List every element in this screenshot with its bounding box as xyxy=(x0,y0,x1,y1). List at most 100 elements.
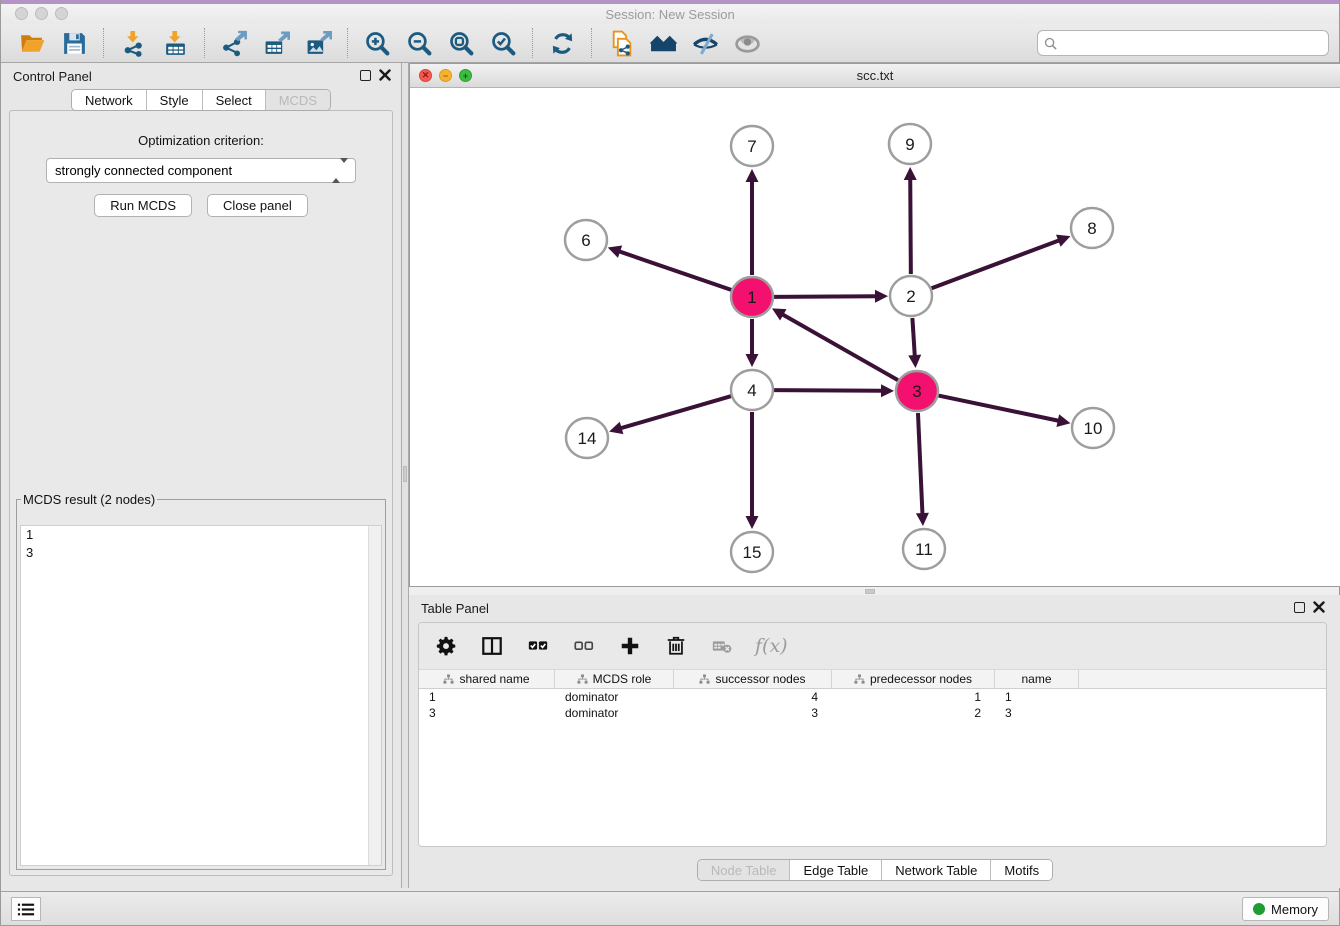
toolbar-separator xyxy=(103,28,104,58)
edge-arrowhead xyxy=(746,354,759,367)
node-table-container: f(x) shared nameMCDS rolesuccessor nodes… xyxy=(418,622,1327,847)
table-panel-title: Table Panel xyxy=(421,601,489,616)
column-header-successor-nodes[interactable]: successor nodes xyxy=(674,670,832,688)
mcds-result-scrollbar[interactable] xyxy=(368,526,381,865)
mcds-result-item[interactable]: 3 xyxy=(21,544,381,562)
import-network-icon[interactable] xyxy=(116,28,150,58)
edge-arrowhead xyxy=(904,167,917,180)
memory-status-icon xyxy=(1253,903,1265,915)
cell-successor-nodes: 3 xyxy=(674,705,832,721)
network-graph: 7968124314101511 xyxy=(410,88,1340,586)
tab-mcds[interactable]: MCDS xyxy=(265,90,330,110)
edge-1-6[interactable] xyxy=(618,251,731,290)
task-history-button[interactable] xyxy=(11,897,41,921)
tab-network-table[interactable]: Network Table xyxy=(881,860,990,880)
mcds-result-group: MCDS result (2 nodes) 13 xyxy=(16,492,386,870)
table-row[interactable]: 1dominator411 xyxy=(419,689,1326,705)
edge-4-14[interactable] xyxy=(620,396,731,428)
control-panel-close-icon[interactable] xyxy=(379,69,391,81)
table-panel-float-icon[interactable] xyxy=(1294,602,1305,613)
table-panel: Table Panel f(x) shared nameMCDS rolesuc… xyxy=(409,595,1340,888)
tab-network[interactable]: Network xyxy=(72,90,146,110)
zoom-fit-icon[interactable] xyxy=(444,28,478,58)
graph-node-label: 10 xyxy=(1084,419,1103,438)
cell-MCDS-role: dominator xyxy=(555,689,674,705)
network-canvas[interactable]: 7968124314101511 xyxy=(410,88,1340,586)
tab-select[interactable]: Select xyxy=(202,90,265,110)
close-panel-button[interactable]: Close panel xyxy=(207,194,308,217)
horizontal-splitter[interactable] xyxy=(409,587,1339,595)
edge-1-2[interactable] xyxy=(774,296,877,297)
tab-motifs[interactable]: Motifs xyxy=(990,860,1052,880)
table-settings-icon[interactable] xyxy=(433,633,459,659)
run-mcds-button[interactable]: Run MCDS xyxy=(94,194,192,217)
edge-arrowhead xyxy=(746,516,759,529)
application-window: Session: New Session Control Panel xyxy=(0,0,1340,926)
control-panel-tabs: NetworkStyleSelectMCDS xyxy=(1,89,401,111)
add-column-icon[interactable] xyxy=(617,633,643,659)
edge-2-9[interactable] xyxy=(910,178,911,274)
delete-column-icon[interactable] xyxy=(663,633,689,659)
zoom-in-icon[interactable] xyxy=(360,28,394,58)
graph-node-label: 3 xyxy=(912,382,921,401)
edge-3-11[interactable] xyxy=(918,413,923,515)
status-bar: Memory xyxy=(1,891,1339,925)
export-network-icon[interactable] xyxy=(217,28,251,58)
network-window-titlebar[interactable]: ✕ − + scc.txt xyxy=(410,64,1340,88)
export-image-icon[interactable] xyxy=(301,28,335,58)
tab-edge-table[interactable]: Edge Table xyxy=(789,860,881,880)
zoom-out-icon[interactable] xyxy=(402,28,436,58)
edge-4-3[interactable] xyxy=(774,390,883,391)
tab-node-table[interactable]: Node Table xyxy=(698,860,790,880)
network-view-window: ✕ − + scc.txt 7968124314101511 xyxy=(409,63,1340,587)
criterion-dropdown[interactable]: strongly connected component xyxy=(46,158,356,183)
control-panel-float-icon[interactable] xyxy=(360,70,371,81)
edge-2-3[interactable] xyxy=(912,318,914,357)
vertical-splitter-grip[interactable] xyxy=(403,466,407,482)
deselect-all-rows-icon[interactable] xyxy=(571,633,597,659)
hide-graphics-details-icon[interactable] xyxy=(688,28,722,58)
horizontal-splitter-grip[interactable] xyxy=(865,589,875,594)
open-session-icon[interactable] xyxy=(15,28,49,58)
edge-3-10[interactable] xyxy=(939,396,1060,421)
search-field[interactable] xyxy=(1037,30,1329,56)
search-input[interactable] xyxy=(1061,36,1322,51)
table-panel-close-icon[interactable] xyxy=(1313,601,1325,613)
graph-node-label: 8 xyxy=(1087,219,1096,238)
save-session-icon[interactable] xyxy=(57,28,91,58)
column-header-shared-name[interactable]: shared name xyxy=(419,670,555,688)
edge-3-1[interactable] xyxy=(782,314,898,380)
select-all-rows-icon[interactable] xyxy=(525,633,551,659)
table-row[interactable]: 3dominator323 xyxy=(419,705,1326,721)
toolbar-separator xyxy=(532,28,533,58)
zoom-selected-icon[interactable] xyxy=(486,28,520,58)
edge-2-8[interactable] xyxy=(932,240,1061,288)
column-layout-icon[interactable] xyxy=(479,633,505,659)
home-layout-icon[interactable] xyxy=(646,28,680,58)
column-header-predecessor-nodes[interactable]: predecessor nodes xyxy=(832,670,995,688)
export-table-icon[interactable] xyxy=(259,28,293,58)
cell-shared-name: 1 xyxy=(419,689,555,705)
cell-predecessor-nodes: 1 xyxy=(832,689,995,705)
memory-button[interactable]: Memory xyxy=(1242,897,1329,921)
vertical-splitter[interactable] xyxy=(401,63,409,888)
duplicate-network-icon[interactable] xyxy=(604,28,638,58)
mcds-result-item[interactable]: 1 xyxy=(21,526,381,544)
tab-style[interactable]: Style xyxy=(146,90,202,110)
column-header-MCDS-role[interactable]: MCDS role xyxy=(555,670,674,688)
refresh-view-icon[interactable] xyxy=(545,28,579,58)
edge-arrowhead xyxy=(908,355,921,368)
show-graphics-details-icon[interactable] xyxy=(730,28,764,58)
mcds-result-title: MCDS result (2 nodes) xyxy=(21,492,157,507)
graph-node-label: 1 xyxy=(747,288,756,307)
mcds-result-list[interactable]: 13 xyxy=(20,525,382,866)
cell-shared-name: 3 xyxy=(419,705,555,721)
optimization-criterion-label: Optimization criterion: xyxy=(10,133,392,148)
graph-node-label: 14 xyxy=(578,429,597,448)
edge-arrowhead xyxy=(608,246,622,258)
function-builder-icon[interactable]: f(x) xyxy=(755,635,788,657)
import-table-icon[interactable] xyxy=(158,28,192,58)
control-panel: Control Panel NetworkStyleSelectMCDS Opt… xyxy=(1,63,401,888)
delete-table-icon[interactable] xyxy=(709,633,735,659)
column-header-name[interactable]: name xyxy=(995,670,1079,688)
